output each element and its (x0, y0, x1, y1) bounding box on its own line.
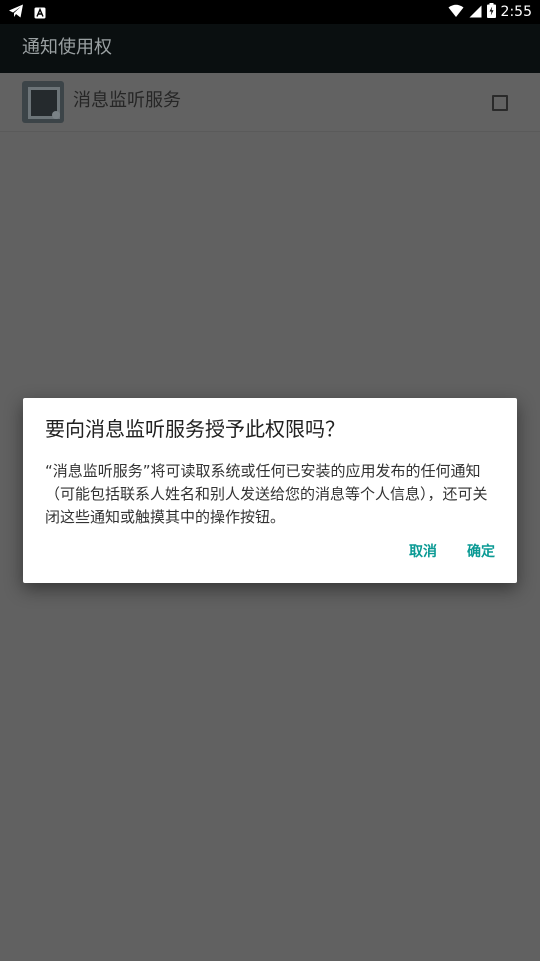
permission-dialog: 要向消息监听服务授予此权限吗？ “消息监听服务”将可读取系统或任何已安装的应用发… (23, 398, 517, 583)
list-item[interactable]: 消息监听服务 (0, 73, 540, 132)
battery-charging-icon (486, 2, 496, 22)
wifi-icon (448, 3, 464, 22)
dialog-title: 要向消息监听服务授予此权限吗？ (45, 417, 345, 441)
keyboard-a-icon (34, 4, 46, 23)
cancel-button[interactable]: 取消 (409, 540, 437, 564)
permission-checkbox[interactable] (492, 95, 508, 111)
telegram-icon (8, 3, 24, 23)
ok-button[interactable]: 确定 (467, 540, 495, 564)
toolbar-title: 通知使用权 (22, 37, 112, 58)
status-bar: 2:55 (0, 0, 540, 24)
app-toolbar: 通知使用权 (0, 24, 540, 73)
dialog-message: “消息监听服务”将可读取系统或任何已安装的应用发布的任何通知（可能包括联系人姓名… (45, 462, 488, 526)
signal-icon (469, 3, 482, 22)
dialog-actions: 取消 确定 (409, 540, 495, 564)
app-icon (22, 81, 64, 123)
list-item-label: 消息监听服务 (73, 90, 181, 111)
status-time: 2:55 (500, 4, 532, 20)
